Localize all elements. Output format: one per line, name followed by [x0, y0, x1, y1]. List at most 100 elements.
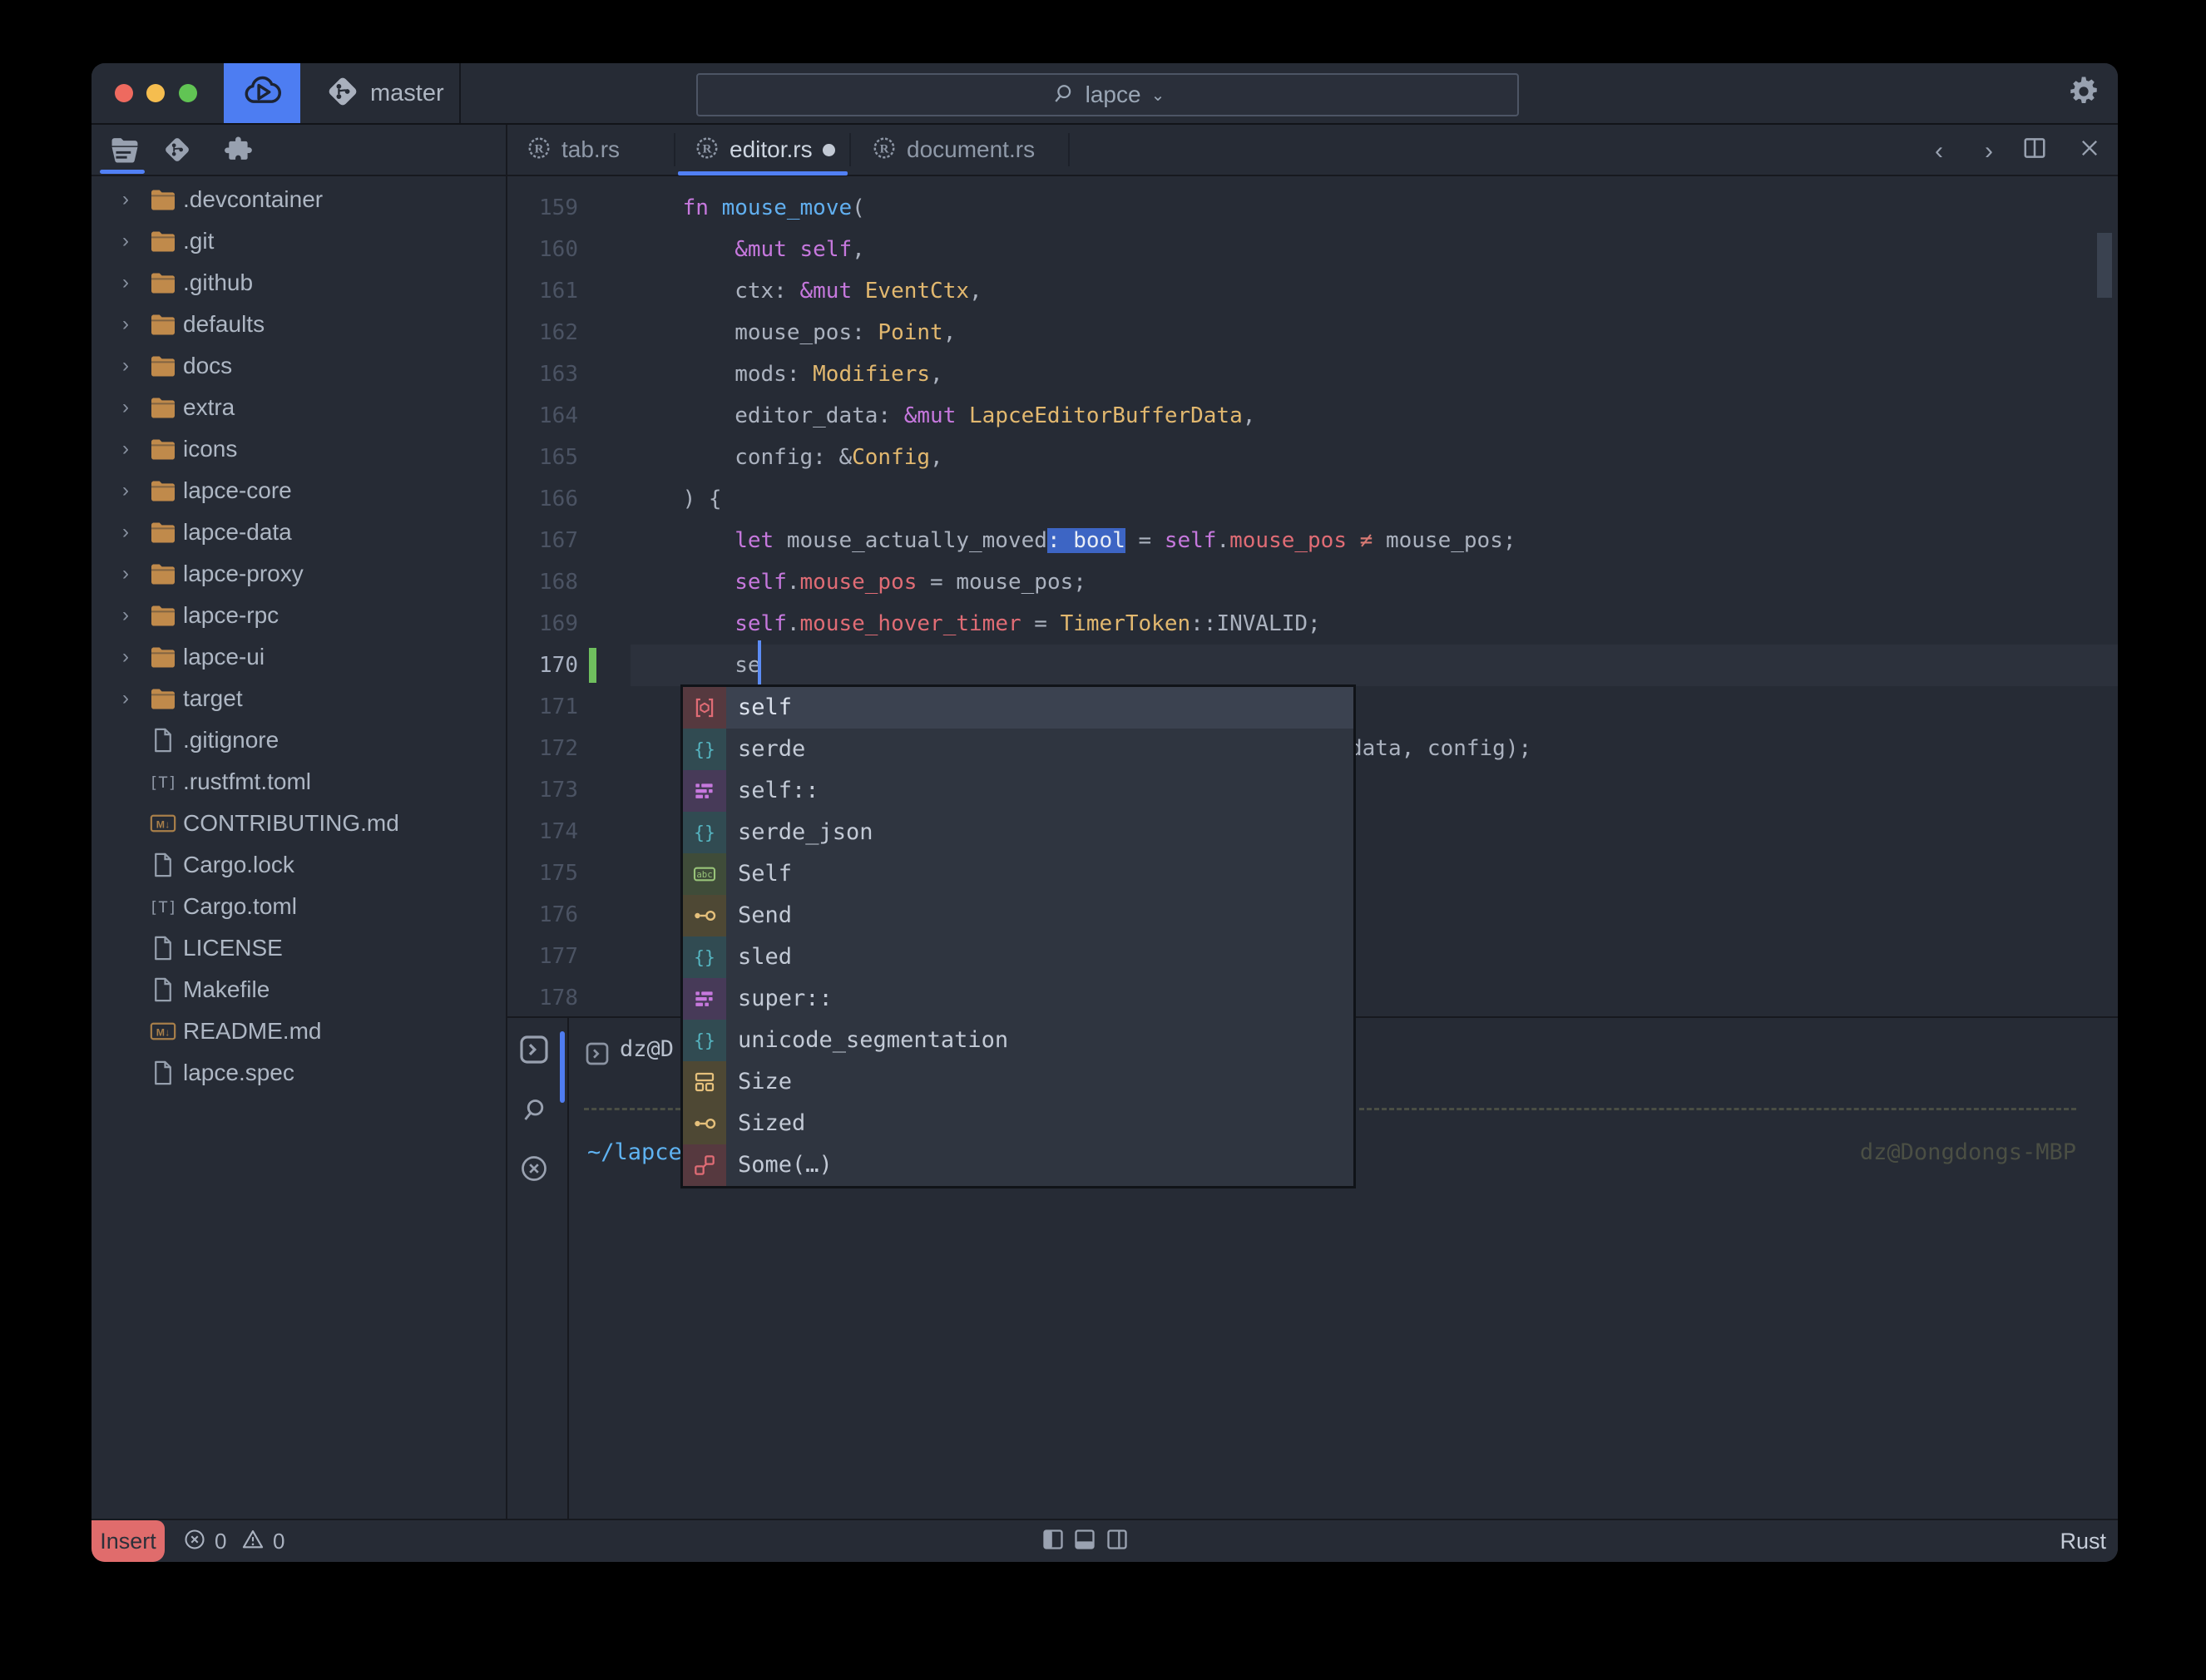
warnings-indicator[interactable]	[241, 1529, 265, 1553]
completion-item-Send[interactable]: Send	[683, 895, 1353, 936]
completion-kind-field-icon	[683, 687, 726, 729]
error-circle-icon	[183, 1528, 206, 1555]
problems-panel-button[interactable]	[514, 1150, 554, 1190]
code-token: Modifiers	[813, 362, 930, 387]
navigate-forward-button[interactable]: ›	[1971, 133, 2007, 170]
split-editor-button[interactable]	[2016, 133, 2053, 170]
code-line: self.mouse_hover_timer = TimerToken::INV…	[631, 603, 1321, 645]
window-close-button[interactable]	[115, 84, 133, 102]
line-number: 162	[507, 312, 578, 353]
editor-scrollbar-thumb[interactable]	[2097, 233, 2112, 298]
file-explorer-panel: ›.devcontainer›.git›.github›defaults›doc…	[92, 125, 506, 1519]
tree-item-lapce-ui[interactable]: ›lapce-ui	[92, 636, 506, 678]
completion-item-serde_json[interactable]: {}serde_json	[683, 812, 1353, 853]
tree-item-.rustfmt.toml[interactable]: [T].rustfmt.toml	[92, 761, 506, 803]
terminal-tab-button[interactable]	[514, 1031, 554, 1071]
settings-button[interactable]	[2065, 74, 2103, 112]
tree-item-extra[interactable]: ›extra	[92, 387, 506, 428]
toggle-left-panel-button[interactable]	[1041, 1529, 1065, 1553]
completion-item-serde[interactable]: {}serde	[683, 729, 1353, 770]
code-token: ,	[930, 445, 943, 470]
tree-item-Cargo.toml[interactable]: [T]Cargo.toml	[92, 886, 506, 927]
tree-item-docs[interactable]: ›docs	[92, 345, 506, 387]
tree-item-CONTRIBUTING.md[interactable]: M↓CONTRIBUTING.md	[92, 803, 506, 844]
completion-item-Sized[interactable]: Sized	[683, 1103, 1353, 1144]
completion-item-Some[interactable]: Some(…)	[683, 1144, 1353, 1186]
completion-item-unicode_segmentation[interactable]: {}unicode_segmentation	[683, 1020, 1353, 1061]
tree-item-icons[interactable]: ›icons	[92, 428, 506, 470]
language-indicator[interactable]: Rust	[2060, 1520, 2106, 1562]
warnings-count: 0	[273, 1520, 284, 1562]
completion-label: Sized	[738, 1103, 805, 1144]
tree-item-.gitignore[interactable]: .gitignore	[92, 719, 506, 761]
tree-item-lapce.spec[interactable]: lapce.spec	[92, 1052, 506, 1094]
code-token: : bool	[1047, 528, 1125, 553]
tab-editor.rs[interactable]: R editor.rs	[695, 125, 835, 175]
window-minimize-button[interactable]	[146, 84, 165, 102]
line-number: 173	[507, 769, 578, 811]
command-palette-input[interactable]: lapce ⌄	[696, 73, 1519, 116]
completion-kind-enum-icon	[683, 1144, 726, 1186]
completion-kind-module-icon: {}	[683, 936, 726, 978]
close-editor-button[interactable]	[2071, 133, 2108, 170]
tree-item-Makefile[interactable]: Makefile	[92, 969, 506, 1010]
tree-item-.devcontainer[interactable]: ›.devcontainer	[92, 179, 506, 220]
tree-item-label: Makefile	[183, 976, 270, 1003]
file-tree: ›.devcontainer›.git›.github›defaults›doc…	[92, 125, 506, 1519]
tree-item-.github[interactable]: ›.github	[92, 262, 506, 304]
chevron-right-icon: ›	[116, 479, 135, 502]
completion-item-super[interactable]: super::	[683, 978, 1353, 1020]
terminal-separator	[1359, 1108, 2076, 1110]
toggle-right-panel-button[interactable]	[1105, 1529, 1129, 1553]
tree-item-defaults[interactable]: ›defaults	[92, 304, 506, 345]
folder-icon	[146, 230, 180, 253]
code-token: .	[787, 611, 800, 636]
git-branch-button[interactable]: master	[300, 63, 461, 123]
panel-left-icon	[1042, 1528, 1064, 1555]
code-line: ) {	[631, 478, 722, 520]
toggle-bottom-panel-button[interactable]	[1073, 1529, 1096, 1553]
tree-item-LICENSE[interactable]: LICENSE	[92, 927, 506, 969]
tree-item-README.md[interactable]: M↓README.md	[92, 1010, 506, 1052]
code-token: &mut	[800, 279, 853, 304]
tab-label: editor.rs	[730, 136, 813, 163]
tree-item-.git[interactable]: ›.git	[92, 220, 506, 262]
completion-kind-interface-icon	[683, 1103, 726, 1144]
folder-icon	[146, 272, 180, 294]
tree-item-lapce-proxy[interactable]: ›lapce-proxy	[92, 553, 506, 595]
tree-item-lapce-core[interactable]: ›lapce-core	[92, 470, 506, 511]
code-line: let mouse_actually_moved: bool = self.mo…	[631, 520, 1516, 561]
search-panel-button[interactable]	[514, 1091, 554, 1131]
completion-item-sled[interactable]: {} sled	[683, 936, 1353, 978]
errors-indicator[interactable]	[183, 1529, 206, 1553]
tree-item-lapce-rpc[interactable]: ›lapce-rpc	[92, 595, 506, 636]
tab-tab.rs[interactable]: R tab.rs	[527, 125, 620, 175]
navigate-back-button[interactable]: ‹	[1921, 133, 1957, 170]
chevron-right-icon: ›	[116, 521, 135, 544]
tree-item-Cargo.lock[interactable]: Cargo.lock	[92, 844, 506, 886]
code-token: ,	[1243, 403, 1256, 428]
completion-item-self[interactable]: self::	[683, 770, 1353, 812]
tab-label: document.rs	[907, 136, 1035, 163]
completion-item-Self[interactable]: abcSelf	[683, 853, 1353, 895]
completion-item-Size[interactable]: Size	[683, 1061, 1353, 1103]
chevron-right-icon: ›	[116, 687, 135, 710]
completion-label: sled	[738, 936, 792, 978]
code-token	[956, 403, 969, 428]
lapce-logo-button[interactable]	[224, 63, 300, 123]
code-token: mouse_pos;	[1373, 528, 1516, 553]
tree-item-lapce-data[interactable]: ›lapce-data	[92, 511, 506, 553]
code-token: fn	[683, 195, 709, 220]
unsaved-dot-icon	[823, 144, 835, 156]
terminal-prompt-text[interactable]: dz@D	[620, 1031, 674, 1068]
tree-item-label: defaults	[183, 311, 265, 338]
code-token: ::INVALID;	[1190, 611, 1321, 636]
code-line: self.mouse_pos = mouse_pos;	[631, 561, 1086, 603]
completion-kind-module-icon: {}	[683, 812, 726, 853]
window-maximize-button[interactable]	[179, 84, 197, 102]
completion-item-self[interactable]: self	[683, 687, 1353, 729]
tree-item-target[interactable]: ›target	[92, 678, 506, 719]
tab-document.rs[interactable]: R document.rs	[872, 125, 1035, 175]
code-token: .	[787, 570, 800, 595]
completion-kind-struct-icon	[683, 1061, 726, 1103]
